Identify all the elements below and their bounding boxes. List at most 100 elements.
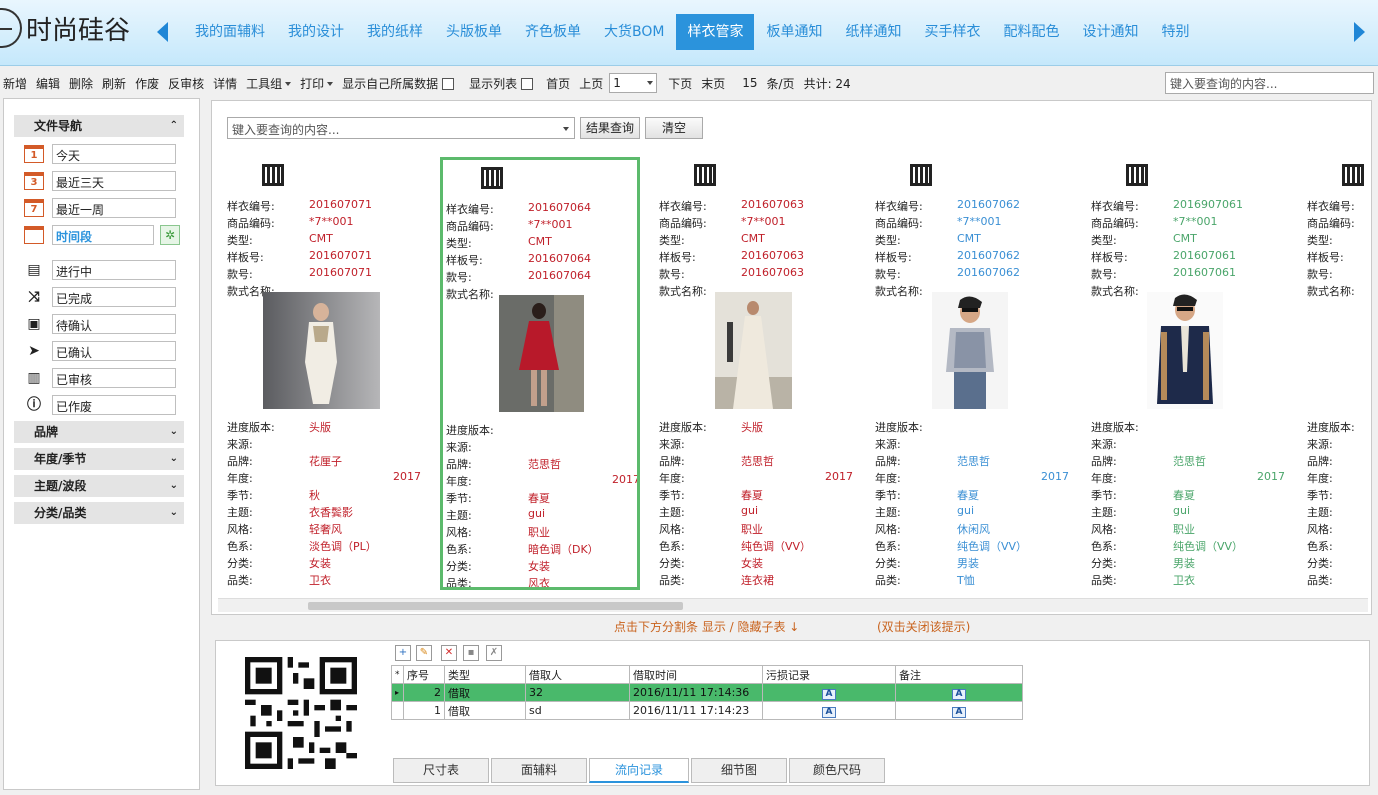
nav-scroll-left-icon[interactable]	[157, 22, 168, 42]
add-record-icon[interactable]: +	[395, 645, 411, 661]
query-combo[interactable]: 键入要查询的内容...	[227, 117, 575, 139]
toolbar-unaudit-button[interactable]: 反审核	[165, 75, 207, 92]
nav-tab-1[interactable]: 我的设计	[277, 14, 355, 50]
toolbar-edit-button[interactable]: 编辑	[33, 75, 63, 92]
last-page-button[interactable]: 末页	[698, 75, 728, 92]
show-own-toggle[interactable]: 显示自己所属数据	[339, 75, 457, 92]
text-edit-icon[interactable]: A	[822, 688, 836, 700]
detail-tab-2[interactable]: 流向记录	[589, 758, 689, 783]
card-type-value: CMT	[309, 232, 333, 245]
sample-card[interactable]: 样衣编号: 201607064 商品编码: *7**001 类型: CMT 样板号: 2016…	[440, 157, 640, 590]
card-pattern_no-label: 样板号:	[1307, 251, 1344, 264]
toolbar-search-input[interactable]: 键入要查询的内容...	[1165, 72, 1374, 94]
prev-page-button[interactable]: 上页	[576, 75, 606, 92]
file-nav-header[interactable]: 文件导航 ⌃	[14, 115, 184, 137]
status-completed[interactable]: ⤨ 已完成	[24, 286, 182, 308]
date-today[interactable]: 1 今天	[24, 143, 182, 165]
delete-record-icon[interactable]: ✕	[441, 645, 457, 661]
table-row[interactable]: 1 借取 sd 2016/11/11 17:14:23 A A	[391, 701, 1023, 720]
brand-section[interactable]: 品牌 ⌄	[14, 421, 184, 443]
save-record-icon[interactable]: ▪	[463, 645, 479, 661]
toolbar-detail-button[interactable]: 详情	[210, 75, 240, 92]
card-sample_no-value: 201607071	[309, 198, 372, 211]
cell-remark[interactable]: A	[895, 701, 1023, 720]
show-list-checkbox[interactable]	[521, 78, 534, 90]
nav-tab-4[interactable]: 齐色板单	[514, 14, 592, 50]
category-section[interactable]: 分类/品类 ⌄	[14, 502, 184, 524]
nav-tab-6[interactable]: 样衣管家	[676, 14, 755, 50]
nav-tab-9[interactable]: 买手样衣	[913, 14, 991, 50]
col-damage[interactable]: 污损记录	[762, 665, 896, 684]
toolbar-void-button[interactable]: 作废	[132, 75, 162, 92]
cancel-record-icon[interactable]: ✗	[486, 645, 502, 661]
nav-tab-0[interactable]: 我的面辅料	[184, 14, 276, 50]
nav-tab-10[interactable]: 配料配色	[992, 14, 1070, 50]
detail-tab-3[interactable]: 细节图	[691, 758, 787, 783]
detail-tab-0[interactable]: 尺寸表	[393, 758, 489, 783]
col-type[interactable]: 类型	[444, 665, 526, 684]
text-edit-icon[interactable]: A	[952, 688, 966, 700]
date-range[interactable]: 时间段 ✲	[24, 224, 182, 246]
page-select[interactable]: 1	[609, 73, 658, 93]
date-last-week[interactable]: 7 最近一周	[24, 197, 182, 219]
nav-tab-7[interactable]: 板单通知	[755, 14, 833, 50]
close-hint[interactable]: (双击关闭该提示)	[877, 618, 970, 635]
expand-down-icon[interactable]: ⌄	[170, 475, 178, 497]
gear-icon[interactable]: ✲	[160, 225, 180, 245]
nav-scroll-right-icon[interactable]	[1354, 22, 1365, 42]
collapse-up-icon[interactable]: ⌃	[170, 115, 178, 137]
status-audited[interactable]: ▥ 已审核	[24, 367, 182, 389]
result-query-button[interactable]: 结果查询	[580, 117, 640, 139]
split-hint[interactable]: 点击下方分割条 显示 / 隐藏子表 ↓	[614, 618, 799, 635]
horizontal-scrollbar[interactable]	[218, 598, 1368, 612]
col-time[interactable]: 借取时间	[629, 665, 763, 684]
clear-button[interactable]: 清空	[645, 117, 703, 139]
show-list-toggle[interactable]: 显示列表	[466, 75, 536, 92]
cell-damage[interactable]: A	[762, 701, 896, 720]
table-row[interactable]: ▸ 2 借取 32 2016/11/11 17:14:36 A A	[391, 683, 1023, 702]
status-voided[interactable]: ⓘ 已作废	[24, 394, 182, 416]
next-page-button[interactable]: 下页	[665, 75, 695, 92]
sample-card-partial[interactable]: 样衣编号: 商品编码: 类型: 样板号: 款号: 款式名称: 进度版本: 来源: 品牌: 年度: 季…	[1307, 160, 1365, 588]
col-person[interactable]: 借取人	[525, 665, 630, 684]
col-no[interactable]: 序号	[403, 665, 445, 684]
cell-damage[interactable]: A	[762, 683, 896, 702]
status-confirmed-label: 已确认	[52, 341, 176, 361]
nav-tab-8[interactable]: 纸样通知	[834, 14, 912, 50]
nav-tab-11[interactable]: 设计通知	[1071, 14, 1149, 50]
toolbar-new-button[interactable]: 新增	[0, 75, 30, 92]
detail-tab-1[interactable]: 面辅料	[491, 758, 587, 783]
first-page-button[interactable]: 首页	[543, 75, 573, 92]
card-sample_no-value: 201607063	[741, 198, 804, 211]
date-last-3-days[interactable]: 3 最近三天	[24, 170, 182, 192]
sample-card[interactable]: 样衣编号: 201607063 商品编码: *7**001 类型: CMT 样板号: 2016…	[659, 160, 859, 588]
nav-tab-3[interactable]: 头版板单	[435, 14, 513, 50]
theme-section[interactable]: 主题/波段 ⌄	[14, 475, 184, 497]
expand-down-icon[interactable]: ⌄	[170, 448, 178, 470]
edit-record-icon[interactable]: ✎	[416, 645, 432, 661]
sample-card[interactable]: 样衣编号: 201607062 商品编码: *7**001 类型: CMT 样板号: 2016…	[875, 160, 1075, 588]
nav-tab-2[interactable]: 我的纸样	[356, 14, 434, 50]
nav-tab-5[interactable]: 大货BOM	[593, 14, 675, 50]
col-remark[interactable]: 备注	[895, 665, 1023, 684]
toolbar-delete-button[interactable]: 删除	[66, 75, 96, 92]
sample-card[interactable]: 样衣编号: 2016907061 商品编码: *7**001 类型: CMT 样板号: 201…	[1091, 160, 1291, 588]
show-own-checkbox[interactable]	[442, 78, 455, 90]
cell-remark[interactable]: A	[895, 683, 1023, 702]
text-edit-icon[interactable]: A	[952, 706, 966, 718]
toolbar-refresh-button[interactable]: 刷新	[99, 75, 129, 92]
text-edit-icon[interactable]: A	[822, 706, 836, 718]
toolbar-tools-dropdown[interactable]: 工具组	[243, 75, 294, 92]
nav-tab-12[interactable]: 特别	[1150, 14, 1200, 50]
toolbar-print-dropdown[interactable]: 打印	[297, 75, 336, 92]
card-pattern_no-label: 样板号:	[227, 251, 264, 264]
status-in-progress[interactable]: ▤ 进行中	[24, 259, 182, 281]
scrollbar-thumb[interactable]	[308, 602, 683, 610]
status-confirmed[interactable]: ➤ 已确认	[24, 340, 182, 362]
year-season-section[interactable]: 年度/季节 ⌄	[14, 448, 184, 470]
sample-card[interactable]: 样衣编号: 201607071 商品编码: *7**001 类型: CMT 样板号: 2016…	[227, 160, 427, 588]
expand-down-icon[interactable]: ⌄	[170, 421, 178, 443]
status-pending[interactable]: ▣ 待确认	[24, 313, 182, 335]
expand-down-icon[interactable]: ⌄	[170, 502, 178, 524]
detail-tab-4[interactable]: 颜色尺码	[789, 758, 885, 783]
